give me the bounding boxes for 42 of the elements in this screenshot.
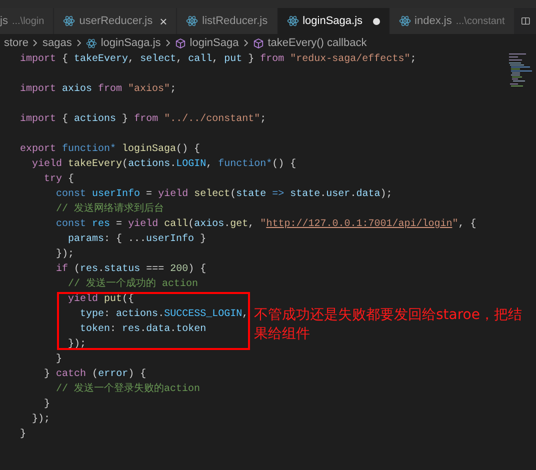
breadcrumb-item[interactable]: takeEvery() callback: [268, 37, 367, 49]
code-line: });: [56, 248, 74, 262]
code-line: yield put({: [68, 293, 134, 307]
chevron-icon: [164, 39, 171, 47]
code-line: }: [56, 352, 62, 367]
code-line: export function* loginSaga() {: [20, 142, 200, 157]
chevron-icon: [32, 39, 38, 47]
cube-icon: [252, 38, 264, 48]
breadcrumb-item[interactable]: loginSaga: [190, 37, 239, 49]
breadcrumb-item[interactable]: loginSaga.js: [100, 37, 161, 49]
code-line: import axios from "axios";: [20, 82, 176, 97]
code-line: import { takeEvery, select, call, put } from "redux-saga/effects";: [20, 52, 416, 67]
annotation-text: 不管成功还是失败都要发回给staroe，把结果给组件: [254, 306, 523, 344]
chevron-icon: [76, 39, 82, 47]
code-line: yield takeEvery(actions.LOGIN, function*() {: [32, 158, 296, 172]
atom-icon: [86, 38, 97, 48]
code-line: }: [44, 398, 50, 412]
code-line: } catch (error) {: [44, 368, 146, 382]
code-line: try {: [44, 172, 74, 187]
code-line: // 发送一个成功的 action: [68, 277, 198, 292]
code-line: import { actions } from "../../constant";: [20, 112, 266, 127]
code-line: token: res.data.token: [80, 322, 206, 337]
code-line: // 发送网络请求到后台: [56, 202, 164, 217]
code-line: });: [68, 338, 86, 352]
breadcrumb-item[interactable]: sagas: [42, 37, 72, 49]
cube-icon: [174, 38, 186, 48]
url-link[interactable]: http://127.0.0.1:7001/api/login: [266, 219, 452, 230]
editor-tab[interactable]: loginSaga.js: [278, 8, 390, 34]
editor-tab[interactable]: js ...\login: [0, 8, 54, 34]
code-line: if (res.status === 200) {: [56, 262, 206, 277]
editor-tab[interactable]: userReducer.js ×: [54, 8, 178, 34]
code-line: const res = yield call(axios.get, "http://127.0.0.1:7001/api/login", {: [56, 218, 476, 232]
code-line: });: [32, 412, 50, 427]
editor-tab[interactable]: listReducer.js: [177, 8, 278, 34]
code-line: // 发送一个登录失败的action: [56, 382, 200, 397]
chevron-icon: [242, 39, 249, 47]
code-line: params: { ...userInfo }: [68, 232, 206, 247]
code-line: const userInfo = yield select(state => state.user.data);: [56, 188, 392, 202]
code-line: type: actions.SUCCESS_LOGIN,: [80, 308, 248, 322]
breadcrumb-item[interactable]: store: [4, 37, 28, 49]
code-line: }: [20, 428, 26, 442]
editor-tab[interactable]: index.js ...\constant: [390, 8, 515, 34]
